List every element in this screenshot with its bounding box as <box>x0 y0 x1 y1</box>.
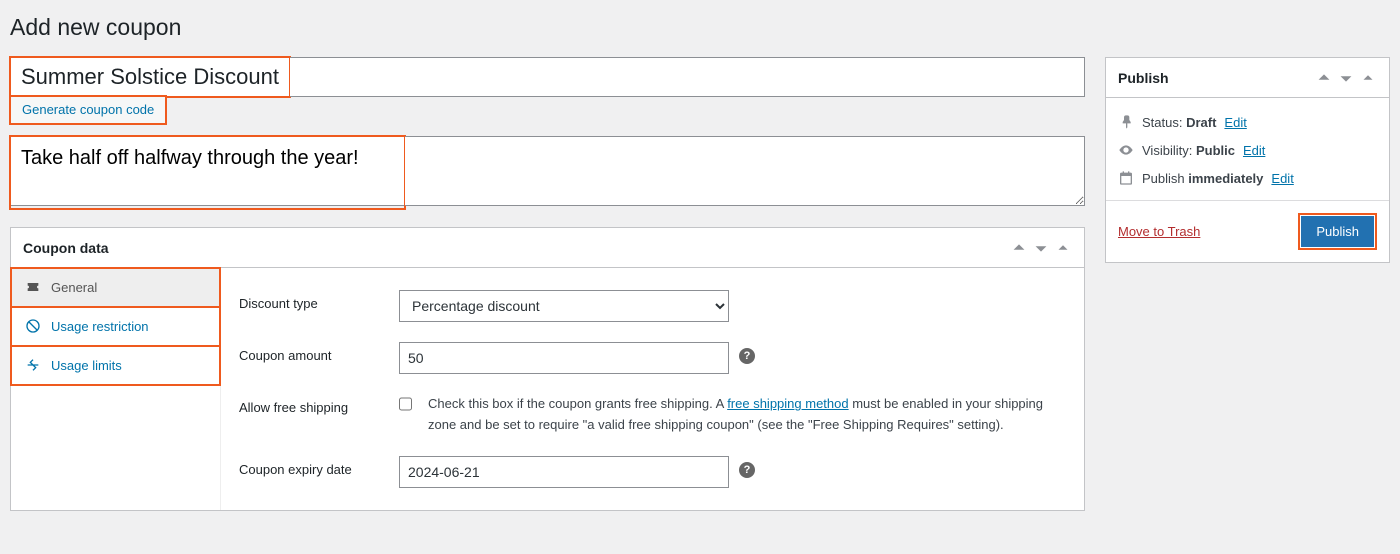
discount-type-select[interactable]: Percentage discount <box>399 290 729 322</box>
coupon-amount-label: Coupon amount <box>239 342 399 363</box>
move-up-icon[interactable] <box>1010 239 1028 257</box>
discount-type-label: Discount type <box>239 290 399 311</box>
tab-general[interactable]: General <box>11 268 220 307</box>
toggle-panel-icon[interactable] <box>1359 69 1377 87</box>
free-shipping-checkbox[interactable] <box>399 396 412 412</box>
expiry-date-label: Coupon expiry date <box>239 456 399 477</box>
no-entry-icon <box>25 318 41 334</box>
help-icon[interactable]: ? <box>739 462 755 478</box>
move-down-icon[interactable] <box>1337 69 1355 87</box>
toggle-panel-icon[interactable] <box>1054 239 1072 257</box>
coupon-title-input-rest <box>290 57 1085 97</box>
tab-usage-restriction-label: Usage restriction <box>51 319 149 334</box>
expiry-date-input[interactable] <box>399 456 729 488</box>
page-title: Add new coupon <box>10 14 1390 41</box>
arrows-icon <box>25 357 41 373</box>
move-to-trash-link[interactable]: Move to Trash <box>1118 224 1200 239</box>
tab-general-label: General <box>51 280 97 295</box>
publish-panel: Publish Status: Draft Edit <box>1105 57 1390 263</box>
generate-coupon-button[interactable]: Generate coupon code <box>10 95 166 124</box>
visibility-text: Visibility: Public <box>1142 143 1235 158</box>
ticket-icon <box>25 279 41 295</box>
move-up-icon[interactable] <box>1315 69 1333 87</box>
help-icon[interactable]: ? <box>739 348 755 364</box>
coupon-data-panel: Coupon data General <box>10 227 1085 511</box>
coupon-description-input-rest <box>405 136 1085 206</box>
move-down-icon[interactable] <box>1032 239 1050 257</box>
publish-heading: Publish <box>1118 70 1169 86</box>
publish-button[interactable]: Publish <box>1301 216 1374 247</box>
schedule-text: Publish immediately <box>1142 171 1263 186</box>
pin-icon <box>1118 114 1134 130</box>
coupon-amount-input[interactable] <box>399 342 729 374</box>
free-shipping-label: Allow free shipping <box>239 394 399 415</box>
calendar-icon <box>1118 170 1134 186</box>
edit-status-link[interactable]: Edit <box>1224 115 1246 130</box>
status-text: Status: Draft <box>1142 115 1216 130</box>
eye-icon <box>1118 142 1134 158</box>
tab-usage-restriction[interactable]: Usage restriction <box>11 307 220 346</box>
free-shipping-description: Check this box if the coupon grants free… <box>428 394 1066 436</box>
edit-visibility-link[interactable]: Edit <box>1243 143 1265 158</box>
tab-usage-limits[interactable]: Usage limits <box>11 346 220 385</box>
edit-schedule-link[interactable]: Edit <box>1271 171 1293 186</box>
tab-usage-limits-label: Usage limits <box>51 358 122 373</box>
free-shipping-method-link[interactable]: free shipping method <box>727 396 848 411</box>
coupon-description-input[interactable]: Take half off halfway through the year! <box>10 136 405 206</box>
coupon-data-heading: Coupon data <box>23 240 109 256</box>
coupon-title-input[interactable] <box>10 57 290 97</box>
